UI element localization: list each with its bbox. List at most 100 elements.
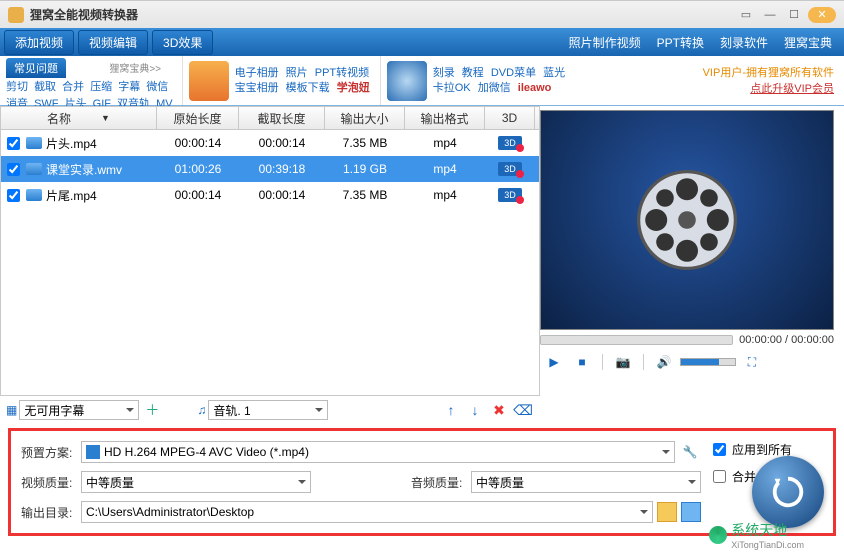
link[interactable]: 卡拉OK	[433, 82, 471, 94]
table-header: 名称▼ 原始长度 截取长度 输出大小 输出格式 3D	[0, 106, 540, 130]
film-reel-icon	[632, 165, 742, 275]
link[interactable]: 电子相册	[235, 67, 279, 79]
move-up-button[interactable]: ↑	[440, 400, 462, 420]
output-size: 7.35 MB	[325, 182, 405, 208]
faq-link[interactable]: 截取	[34, 81, 56, 93]
orig-length: 01:00:26	[157, 156, 239, 182]
open-folder-button[interactable]	[681, 502, 701, 522]
orig-length: 00:00:14	[157, 182, 239, 208]
close-button[interactable]: ✕	[808, 7, 836, 23]
orig-length: 00:00:14	[157, 130, 239, 156]
preview-video	[540, 110, 834, 330]
liwo-book-link[interactable]: 狸窝宝典	[776, 34, 840, 51]
link[interactable]: 照片	[286, 67, 308, 79]
vip-text: VIP用户-拥有狸窝所有软件	[703, 64, 834, 80]
3d-badge[interactable]: 3D	[498, 188, 522, 202]
table-row[interactable]: 片尾.mp400:00:1400:00:147.35 MBmp43D	[1, 182, 539, 208]
table-row[interactable]: 片头.mp400:00:1400:00:147.35 MBmp43D	[1, 130, 539, 156]
link[interactable]: 教程	[462, 67, 484, 79]
preview-panel: 00:00:00 / 00:00:00 ▶ ■ 📷 🔊 ⛶	[540, 106, 840, 424]
faq-link[interactable]: 字幕	[118, 81, 140, 93]
col-name-header[interactable]: 名称▼	[1, 107, 157, 129]
col-orig-header[interactable]: 原始长度	[157, 107, 239, 129]
audio-quality-select[interactable]: 中等质量	[471, 471, 701, 493]
video-edit-button[interactable]: 视频编辑	[78, 30, 148, 55]
play-button[interactable]: ▶	[542, 352, 566, 372]
link[interactable]: ileawo	[518, 82, 552, 94]
link[interactable]: 模板下载	[286, 82, 330, 94]
fullscreen-button[interactable]: ⛶	[740, 352, 764, 372]
file-name: 课堂实录.wmv	[46, 161, 122, 178]
file-name: 片头.mp4	[46, 135, 97, 152]
col-size-header[interactable]: 输出大小	[325, 107, 405, 129]
apply-all-input[interactable]	[713, 443, 726, 456]
3d-badge[interactable]: 3D	[498, 136, 522, 150]
preset-settings-button[interactable]: 🔧	[679, 441, 701, 463]
volume-button[interactable]: 🔊	[652, 352, 676, 372]
merge-one-input[interactable]	[713, 470, 726, 483]
link[interactable]: 宝宝相册	[235, 82, 279, 94]
seek-slider[interactable]	[540, 335, 733, 345]
col-fmt-header[interactable]: 输出格式	[405, 107, 485, 129]
faq-link[interactable]: 剪切	[6, 81, 28, 93]
move-down-button[interactable]: ↓	[464, 400, 486, 420]
time-display: 00:00:00 / 00:00:00	[739, 334, 834, 346]
row-checkbox[interactable]	[7, 189, 20, 202]
main-toolbar: 添加视频 视频编辑 3D效果 照片制作视频 PPT转换 刻录软件 狸窝宝典	[0, 28, 844, 56]
output-size: 7.35 MB	[325, 130, 405, 156]
maximize-button[interactable]: ☐	[784, 8, 804, 22]
col-cut-header[interactable]: 截取长度	[239, 107, 325, 129]
link[interactable]: DVD菜单	[491, 67, 536, 79]
link[interactable]: 蓝光	[543, 67, 565, 79]
snapshot-button[interactable]: 📷	[611, 352, 635, 372]
link[interactable]: PPT转视频	[315, 67, 369, 79]
vip-upgrade-link[interactable]: 点此升级VIP会员	[703, 80, 834, 96]
subtitle-add-button[interactable]: ＋	[141, 400, 163, 420]
photo-video-link[interactable]: 照片制作视频	[561, 34, 649, 51]
audio-track-select[interactable]: 音轨. 1	[208, 400, 328, 420]
burn-software-link[interactable]: 刻录软件	[712, 34, 776, 51]
ppt-convert-link[interactable]: PPT转换	[649, 34, 712, 51]
table-body: 片头.mp400:00:1400:00:147.35 MBmp43D课堂实录.w…	[0, 130, 540, 396]
subtitle-select[interactable]: 无可用字幕	[19, 400, 139, 420]
preset-select[interactable]: HD H.264 MPEG-4 AVC Video (*.mp4)	[81, 441, 675, 463]
stop-button[interactable]: ■	[570, 352, 594, 372]
browse-folder-button[interactable]	[657, 502, 677, 522]
col-3d-header[interactable]: 3D	[485, 107, 535, 129]
minimize-button[interactable]: —	[760, 8, 780, 22]
link-bar: 常见问题 狸窝宝典>> 剪切 截取 合并 压缩 字幕 微信 消音 SWF 片头 …	[0, 56, 844, 106]
disc-icon	[387, 61, 427, 101]
faq-meta-link[interactable]: 狸窝宝典>>	[109, 64, 161, 75]
time-bar: 00:00:00 / 00:00:00	[540, 334, 834, 346]
faq-link[interactable]: 微信	[146, 81, 168, 93]
player-controls: ▶ ■ 📷 🔊 ⛶	[540, 346, 834, 378]
table-row[interactable]: 课堂实录.wmv01:00:2600:39:181.19 GBmp43D	[1, 156, 539, 182]
faq-link[interactable]: 合并	[62, 81, 84, 93]
row-checkbox[interactable]	[7, 163, 20, 176]
link[interactable]: 刻录	[433, 67, 455, 79]
cut-length: 00:00:14	[239, 130, 325, 156]
app-title: 狸窝全能视频转换器	[30, 6, 732, 23]
link[interactable]: 加微信	[478, 82, 511, 94]
output-dir-select[interactable]: C:\Users\Administrator\Desktop	[81, 501, 653, 523]
file-list-panel: 名称▼ 原始长度 截取长度 输出大小 输出格式 3D 片头.mp4 00:00:1…	[0, 106, 540, 424]
volume-slider[interactable]	[680, 358, 736, 366]
link[interactable]: 学泡妞	[337, 82, 370, 94]
3d-effect-button[interactable]: 3D效果	[152, 30, 213, 55]
video-quality-select[interactable]: 中等质量	[81, 471, 311, 493]
convert-button[interactable]	[752, 456, 824, 528]
3d-badge[interactable]: 3D	[498, 162, 522, 176]
faq-link[interactable]: 压缩	[90, 81, 112, 93]
output-dir-label: 输出目录:	[21, 504, 81, 521]
file-icon	[26, 189, 42, 201]
clear-button[interactable]: ⌫	[512, 400, 534, 420]
delete-button[interactable]: ✖	[488, 400, 510, 420]
add-video-button[interactable]: 添加视频	[4, 30, 74, 55]
row-checkbox[interactable]	[7, 137, 20, 150]
apply-all-checkbox[interactable]: 应用到所有	[713, 441, 823, 458]
output-size: 1.19 GB	[325, 156, 405, 182]
vip-box: VIP用户-拥有狸窝所有软件 点此升级VIP会员	[693, 56, 844, 105]
output-format: mp4	[405, 182, 485, 208]
menu-button[interactable]: ▭	[736, 8, 756, 22]
audio-quality-label: 音频质量:	[411, 474, 471, 491]
